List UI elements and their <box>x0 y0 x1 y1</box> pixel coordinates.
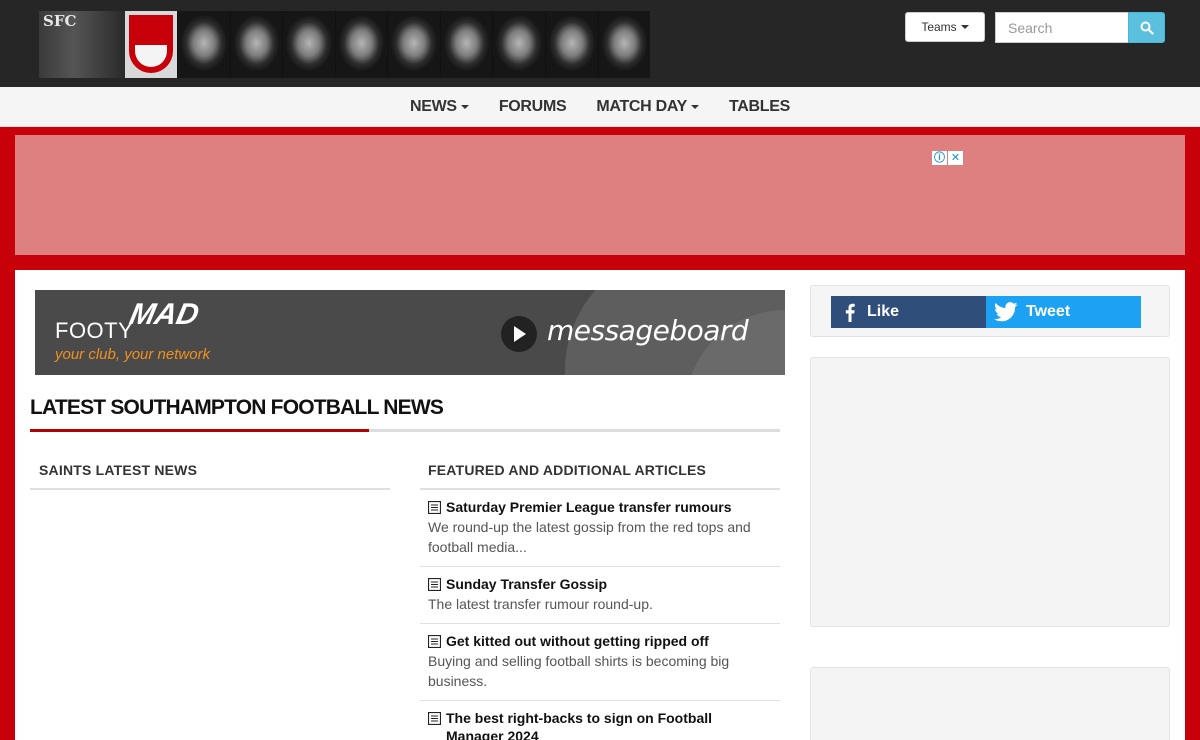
article-title: Saturday Premier League transfer rumours <box>446 499 732 515</box>
main-content: FOOTY MAD your club, your network messag… <box>15 270 1185 740</box>
section-divider-accent <box>30 429 369 432</box>
header-banner[interactable]: SFC <box>39 11 650 78</box>
player-portrait <box>282 11 335 78</box>
article-description: The latest transfer rumour round-up. <box>428 596 653 612</box>
document-icon <box>428 501 441 514</box>
ad-info-icon[interactable]: ⓘ <box>932 151 947 165</box>
teams-dropdown-button[interactable]: Teams <box>905 12 985 42</box>
club-crest <box>125 11 177 78</box>
player-portrait <box>387 11 440 78</box>
saints-news-heading: SAINTS LATEST NEWS <box>39 462 198 478</box>
column-divider <box>30 488 390 490</box>
play-icon[interactable] <box>501 316 537 352</box>
article-title: The best right-backs to sign on Football… <box>446 710 713 740</box>
article-item[interactable]: Get kitted out without getting ripped of… <box>420 624 780 701</box>
document-icon <box>428 712 441 725</box>
article-item[interactable]: The best right-backs to sign on Football… <box>420 701 780 740</box>
article-item[interactable]: Sunday Transfer Gossip The latest transf… <box>420 567 780 624</box>
nav-item-label: MATCH DAY <box>596 97 687 115</box>
article-item[interactable]: Saturday Premier League transfer rumours… <box>420 490 780 567</box>
ad-banner[interactable]: ⓘ ✕ <box>15 135 1185 255</box>
article-title: Get kitted out without getting ripped of… <box>446 633 709 649</box>
tweet-button[interactable]: Tweet <box>986 296 1141 328</box>
caret-down-icon <box>460 104 469 109</box>
footymad-logo-text: FOOTY <box>55 318 134 343</box>
banner-text: SFC <box>43 12 77 30</box>
stadium-image: SFC <box>39 11 125 78</box>
player-portraits <box>177 11 650 78</box>
nav-item-news[interactable]: NEWS <box>395 98 484 116</box>
featured-articles-heading: FEATURED AND ADDITIONAL ARTICLES <box>428 462 707 478</box>
footymad-logo-mark: MAD <box>126 298 202 331</box>
nav-item-label: TABLES <box>728 97 790 115</box>
like-label: Like <box>867 303 900 320</box>
facebook-icon <box>845 303 855 322</box>
nav-item-forums[interactable]: FORUMS <box>484 98 582 116</box>
ad-close-icon[interactable]: ✕ <box>948 151 963 165</box>
article-title-link[interactable]: Saturday Premier League transfer rumours <box>428 498 772 516</box>
player-portrait <box>439 11 493 78</box>
nav-item-label: NEWS <box>410 97 457 115</box>
caret-down-icon <box>690 104 699 109</box>
tweet-label: Tweet <box>1026 303 1071 320</box>
search-button[interactable] <box>1128 12 1165 43</box>
nav-item-tables[interactable]: TABLES <box>714 98 805 116</box>
article-title-link[interactable]: Sunday Transfer Gossip <box>428 575 772 593</box>
player-portrait <box>229 11 283 78</box>
search-input[interactable] <box>995 12 1128 43</box>
article-description: We round-up the latest gossip from the r… <box>428 519 751 555</box>
main-nav: NEWS FORUMS MATCH DAY TABLES <box>0 87 1200 127</box>
player-portrait <box>334 11 388 78</box>
player-portrait <box>492 11 545 78</box>
player-portrait <box>597 11 650 78</box>
sidebar-widget <box>810 357 1170 627</box>
article-description: Buying and selling football shirts is be… <box>428 653 730 689</box>
caret-down-icon <box>960 25 969 29</box>
facebook-like-button[interactable]: Like <box>831 296 986 328</box>
footymad-tagline: your club, your network <box>55 346 211 363</box>
social-share-box: Like Tweet <box>810 285 1170 337</box>
document-icon <box>428 635 441 648</box>
nav-item-label: FORUMS <box>498 97 567 115</box>
player-portrait <box>177 11 230 78</box>
site-header: SFC Teams <box>0 0 1200 87</box>
article-title-link[interactable]: Get kitted out without getting ripped of… <box>428 632 772 650</box>
teams-label: Teams <box>921 20 957 34</box>
messageboard-label: messageboard <box>547 314 749 347</box>
document-icon <box>428 578 441 591</box>
nav-item-match-day[interactable]: MATCH DAY <box>581 98 714 116</box>
player-portrait <box>544 11 598 78</box>
article-title: Sunday Transfer Gossip <box>446 576 608 592</box>
section-title: LATEST SOUTHAMPTON FOOTBALL NEWS <box>30 396 444 419</box>
search-icon <box>1140 21 1154 35</box>
article-title-link[interactable]: The best right-backs to sign on Football… <box>428 709 772 740</box>
sidebar-widget <box>810 667 1170 740</box>
ad-controls: ⓘ ✕ <box>932 151 963 165</box>
messageboard-banner[interactable]: FOOTY MAD your club, your network messag… <box>35 290 785 375</box>
twitter-icon <box>994 302 1018 322</box>
